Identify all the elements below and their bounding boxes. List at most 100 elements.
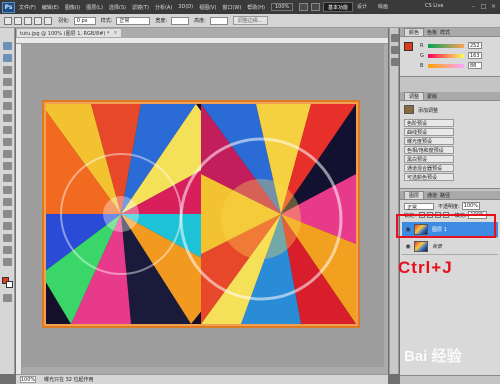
shortcut-annotation: Ctrl+J: [398, 258, 453, 277]
subtract-selection-icon[interactable]: [34, 16, 42, 25]
green-slider[interactable]: [428, 53, 464, 58]
background-color-swatch[interactable]: [6, 281, 13, 288]
menu-file[interactable]: 文件(F): [19, 4, 36, 11]
color-row-b: B 88: [400, 62, 500, 69]
healing-brush-tool-icon[interactable]: [3, 114, 12, 122]
maximize-icon[interactable]: □: [480, 3, 487, 10]
menu-analysis[interactable]: 分析(A): [155, 4, 172, 11]
blue-value[interactable]: 88: [468, 62, 482, 69]
blend-mode-select[interactable]: 正常: [404, 202, 434, 211]
tab-styles[interactable]: 样式: [440, 29, 450, 36]
horizontal-ruler: [16, 38, 388, 44]
menu-help[interactable]: 帮助(H): [247, 4, 265, 11]
adjustments-panel: 添加调整 色阶预设 曲线预设 曝光度预设 色相/饱和度预设 黑白预设 通道混合器…: [400, 101, 500, 189]
new-selection-icon[interactable]: [14, 16, 22, 25]
status-zoom-input[interactable]: 100%: [20, 376, 36, 383]
document-tab[interactable]: tutu.jpg @ 100% (图层 1, RGB/8#) * ×: [16, 28, 122, 38]
blur-tool-icon[interactable]: [3, 186, 12, 194]
rect-marquee-tool-icon[interactable]: [3, 54, 12, 62]
kaleidoscope-image-graphic: [46, 104, 356, 324]
zoom-select[interactable]: 100%: [270, 3, 294, 11]
menu-window[interactable]: 窗口(W): [222, 4, 241, 11]
tab-color[interactable]: 颜色: [404, 28, 425, 36]
document-tab-title: tutu.jpg @ 100% (图层 1, RGB/8#) *: [20, 30, 110, 37]
workspace-basic-button[interactable]: 基本功能: [323, 2, 353, 12]
green-value[interactable]: 163: [468, 52, 482, 59]
color-panel-header: 颜色 色板 样式: [400, 28, 500, 37]
menu-select[interactable]: 选择(S): [109, 4, 126, 11]
intersect-selection-icon[interactable]: [44, 16, 52, 25]
actions-icon[interactable]: [391, 46, 399, 54]
lasso-tool-icon[interactable]: [3, 66, 12, 74]
type-tool-icon[interactable]: [3, 222, 12, 230]
brush-tool-icon[interactable]: [3, 126, 12, 134]
close-icon[interactable]: ×: [490, 3, 497, 10]
clone-stamp-tool-icon[interactable]: [3, 138, 12, 146]
kaleidoscope-image[interactable]: [46, 104, 356, 324]
feather-label: 羽化:: [58, 18, 70, 24]
menu-3d[interactable]: 3D(D): [178, 4, 193, 10]
photoshop-window: Ps 文件(F) 编辑(E) 图像(I) 图层(L) 选择(S) 滤镜(T) 分…: [0, 0, 500, 384]
refine-edge-button[interactable]: 调整边缘...: [232, 16, 268, 25]
cs-live-button[interactable]: CS Live: [425, 3, 443, 9]
status-bar: 100% 曝光只在 32 位起作用: [16, 374, 388, 384]
feather-input[interactable]: 0 px: [73, 16, 96, 25]
pen-tool-icon[interactable]: [3, 210, 12, 218]
move-tool-icon[interactable]: [3, 42, 12, 50]
menu-view[interactable]: 视图(V): [199, 4, 216, 11]
menu-image[interactable]: 图像(I): [65, 4, 80, 11]
preset-hue-sat[interactable]: 色相/饱和度预设: [404, 146, 454, 154]
blue-slider[interactable]: [428, 63, 464, 68]
gradient-tool-icon[interactable]: [3, 174, 12, 182]
red-slider[interactable]: [428, 43, 464, 48]
red-value[interactable]: 252: [468, 42, 482, 49]
width-input[interactable]: [171, 16, 190, 25]
close-tab-icon[interactable]: ×: [113, 30, 117, 36]
baidu-watermark: Bai 经验: [404, 348, 462, 365]
quick-mask-icon[interactable]: [3, 294, 12, 302]
menu-filter[interactable]: 滤镜(T): [132, 4, 149, 11]
vertical-ruler: [16, 44, 22, 374]
add-selection-icon[interactable]: [24, 16, 32, 25]
blend-row: 正常 不透明度: 100%: [404, 202, 480, 211]
eyedropper-tool-icon[interactable]: [3, 102, 12, 110]
dodge-tool-icon[interactable]: [3, 198, 12, 206]
preset-curves[interactable]: 曲线预设: [404, 128, 454, 136]
tab-channels[interactable]: 通道: [427, 192, 437, 199]
tab-layers[interactable]: 图层: [404, 191, 425, 199]
layer-row-background[interactable]: ◉ 背景: [402, 239, 498, 255]
opacity-input[interactable]: 100%: [461, 202, 480, 210]
history-brush-tool-icon[interactable]: [3, 150, 12, 158]
screen-mode-button[interactable]: [311, 3, 321, 11]
menu-edit[interactable]: 编辑(E): [42, 4, 59, 11]
crop-tool-icon[interactable]: [3, 90, 12, 98]
height-input[interactable]: [209, 16, 228, 25]
menu-layer[interactable]: 图层(L): [86, 4, 103, 11]
arrange-button[interactable]: [299, 3, 309, 11]
hand-tool-icon[interactable]: [3, 258, 12, 266]
marquee-tool-icon[interactable]: [4, 16, 12, 25]
adjustment-icon[interactable]: [404, 105, 414, 114]
workspace-design-button[interactable]: 设计: [357, 3, 367, 10]
info-icon[interactable]: [391, 58, 399, 66]
tab-swatches[interactable]: 色板: [427, 29, 437, 36]
collapsed-dock: [389, 28, 399, 374]
preset-channel-mixer[interactable]: 通道混合器预设: [404, 164, 454, 172]
preset-levels[interactable]: 色阶预设: [404, 119, 454, 127]
tab-paths[interactable]: 路径: [440, 192, 450, 199]
style-select[interactable]: 正常: [116, 16, 151, 25]
preset-bw[interactable]: 黑白预设: [404, 155, 454, 163]
workspace-draw-button[interactable]: 绘画: [378, 3, 388, 10]
options-bar: 羽化: 0 px 样式: 正常 宽度: 高度: 调整边缘...: [0, 14, 500, 28]
quick-select-tool-icon[interactable]: [3, 78, 12, 86]
visibility-eye-icon[interactable]: ◉: [404, 243, 412, 251]
history-icon[interactable]: [391, 34, 399, 42]
preset-selective-color[interactable]: 可选颜色预设: [404, 173, 454, 181]
eraser-tool-icon[interactable]: [3, 162, 12, 170]
path-select-tool-icon[interactable]: [3, 234, 12, 242]
preset-exposure[interactable]: 曝光度预设: [404, 137, 454, 145]
tab-adjustments[interactable]: 调整: [404, 92, 425, 100]
shape-tool-icon[interactable]: [3, 246, 12, 254]
minimize-icon[interactable]: –: [470, 3, 477, 10]
tab-masks[interactable]: 蒙版: [427, 93, 437, 100]
